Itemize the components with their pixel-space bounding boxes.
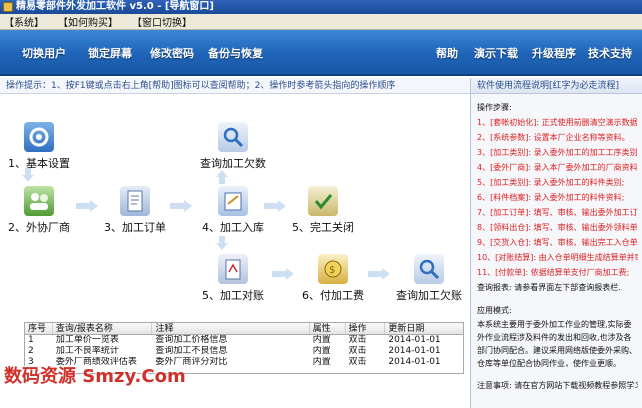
menu-window-switch[interactable]: 【窗口切换】 bbox=[132, 14, 192, 29]
side-panel-body[interactable]: 操作步骤: 1、[套帐初始化]: 正式使用前删清空演示数据; 2、[系统参数]:… bbox=[471, 94, 642, 393]
table-row[interactable]: 1 加工单价一览表 查询加工价格信息 内置 双击 2014-01-01 bbox=[25, 335, 463, 346]
step-item: 5、[加工类别]: 录入委外加工的料件类别; bbox=[477, 178, 625, 187]
demo-download-button[interactable]: 演示下载 bbox=[474, 45, 518, 61]
step-item: 6、[料件档案]: 录入委外加工的料件资料; bbox=[477, 193, 625, 202]
flow-node-payment[interactable]: $ 6、付加工费 bbox=[302, 254, 364, 303]
mode-title: 应用模式: bbox=[477, 306, 512, 315]
reconcile-icon bbox=[218, 254, 248, 284]
cell-action: 双击 bbox=[348, 346, 367, 356]
step-item: 10、[对账结算]: 由入仓单明细生成结算单并审核 bbox=[477, 253, 638, 262]
switch-user-button[interactable]: 切换用户 bbox=[22, 45, 66, 61]
cell-index: 2 bbox=[28, 346, 34, 356]
cell-index: 1 bbox=[28, 335, 34, 345]
note-text: 注意事项: 请在官方网站下载视频教程参照学习; bbox=[477, 381, 638, 390]
search-icon bbox=[218, 122, 248, 152]
column-header[interactable]: 序号 bbox=[25, 323, 53, 334]
cell-action: 双击 bbox=[348, 335, 367, 345]
column-header[interactable]: 操作 bbox=[346, 323, 386, 334]
app-icon bbox=[3, 2, 13, 12]
change-password-button[interactable]: 修改密码 bbox=[150, 45, 194, 61]
cell-date: 2014-01-01 bbox=[388, 335, 441, 345]
column-header[interactable]: 查询/报表名称 bbox=[53, 323, 153, 334]
arrow-right-icon bbox=[272, 268, 294, 280]
backup-restore-button[interactable]: 备份与恢复 bbox=[208, 45, 263, 61]
cell-attr: 内置 bbox=[312, 346, 331, 356]
watermark: 数码资源 Smzy.Com bbox=[4, 366, 186, 387]
step-item: 11、[付款单]: 依据结算单支付厂商加工费; bbox=[477, 268, 630, 277]
flow-node-warehouse-in[interactable]: 4、加工入库 bbox=[202, 186, 264, 235]
cell-note: 查询加工不良信息 bbox=[155, 346, 228, 356]
arrow-right-icon bbox=[76, 200, 98, 212]
window-titlebar: 精易零部件外发加工软件 v5.0 - [导航窗口] bbox=[0, 0, 642, 14]
toolbar: 切换用户 锁定屏幕 修改密码 备份与恢复 帮助 演示下载 升级程序 技术支持 bbox=[0, 30, 642, 76]
arrow-down-icon bbox=[216, 236, 228, 250]
column-header[interactable]: 更新日期 bbox=[385, 323, 463, 334]
cell-name: 加工单价一览表 bbox=[55, 335, 119, 345]
cell-attr: 内置 bbox=[312, 335, 331, 345]
menu-how-to-buy[interactable]: 【如何购买】 bbox=[58, 14, 118, 29]
side-panel-header: 软件使用流程说明[红字为必走流程] bbox=[471, 78, 642, 94]
steps-title: 操作步骤: bbox=[477, 103, 512, 112]
cell-attr: 内置 bbox=[312, 357, 331, 367]
flow-panel: 1、基本设置 2、外协厂商 3、加工订单 4、加工入库 5、完工关闭 查询加工欠… bbox=[0, 94, 470, 320]
arrow-right-icon bbox=[264, 200, 286, 212]
flow-node-vendors[interactable]: 2、外协厂商 bbox=[8, 186, 70, 235]
flow-node-basic-settings[interactable]: 1、基本设置 bbox=[8, 122, 70, 171]
vendor-icon bbox=[24, 186, 54, 216]
cell-note: 查询加工价格信息 bbox=[155, 335, 228, 345]
cell-date: 2014-01-01 bbox=[388, 346, 441, 356]
step-item: 4、[委外厂商]: 录入本厂委外加工的厂商资料 bbox=[477, 163, 638, 172]
warehouse-icon bbox=[218, 186, 248, 216]
step-item: 8、[领料出仓]: 填写、审核、输出委外领料单据 bbox=[477, 223, 638, 232]
arrow-right-icon bbox=[170, 200, 192, 212]
order-icon bbox=[120, 186, 150, 216]
arrow-down-icon bbox=[22, 168, 34, 182]
search-icon bbox=[414, 254, 444, 284]
help-button[interactable]: 帮助 bbox=[436, 45, 458, 61]
cell-action: 双击 bbox=[348, 357, 367, 367]
arrow-up-icon bbox=[216, 170, 228, 184]
upgrade-button[interactable]: 升级程序 bbox=[532, 45, 576, 61]
step-item: 查询报表: 请参看界面左下部查询报表栏. bbox=[477, 283, 621, 292]
flow-node-query-shortage[interactable]: 查询加工欠数 bbox=[200, 122, 266, 171]
svg-text:$: $ bbox=[329, 265, 335, 276]
payment-icon: $ bbox=[318, 254, 348, 284]
mode-text: 本系统主要用于委外加工作业的管理,实际委外作业流程涉及料件的发出和回收,也涉及各… bbox=[477, 320, 637, 368]
side-panel: 软件使用流程说明[红字为必走流程] 操作步骤: 1、[套帐初始化]: 正式使用前… bbox=[470, 78, 642, 408]
step-item: 9、[交货入仓]: 填写、审核、输出完工入仓单据 bbox=[477, 238, 638, 247]
flow-node-query-arrears[interactable]: 查询加工欠账 bbox=[396, 254, 462, 303]
cell-name: 加工不良率统计 bbox=[55, 346, 119, 356]
flow-node-close[interactable]: 5、完工关闭 bbox=[292, 186, 354, 235]
table-header: 序号 查询/报表名称 注释 属性 操作 更新日期 bbox=[25, 323, 463, 335]
settings-icon bbox=[24, 122, 54, 152]
step-item: 3、[加工类别]: 录入委外加工的加工工序类别 bbox=[477, 148, 638, 157]
flow-node-reconcile[interactable]: 5、加工对账 bbox=[202, 254, 264, 303]
flow-node-orders[interactable]: 3、加工订单 bbox=[104, 186, 166, 235]
step-item: 7、[加工订单]: 填写、审核、输出委外加工订单 bbox=[477, 208, 638, 217]
hint-bar: 操作提示：1、按F1键或点击右上角[帮助]图标可以查阅帮助；2、操作时参考箭头指… bbox=[0, 78, 470, 94]
step-item: 1、[套帐初始化]: 正式使用前删清空演示数据; bbox=[477, 118, 638, 127]
lock-screen-button[interactable]: 锁定屏幕 bbox=[88, 45, 132, 61]
cell-date: 2014-01-01 bbox=[388, 357, 441, 367]
menu-system[interactable]: 【系统】 bbox=[4, 14, 44, 29]
window-title: 精易零部件外发加工软件 v5.0 - [导航窗口] bbox=[16, 1, 214, 12]
table-row[interactable]: 2 加工不良率统计 查询加工不良信息 内置 双击 2014-01-01 bbox=[25, 346, 463, 357]
column-header[interactable]: 注释 bbox=[152, 323, 310, 334]
menu-bar: 【系统】 【如何购买】 【窗口切换】 bbox=[0, 14, 642, 30]
arrow-right-icon bbox=[368, 268, 390, 280]
hint-text: 操作提示：1、按F1键或点击右上角[帮助]图标可以查阅帮助；2、操作时参考箭头指… bbox=[6, 81, 396, 91]
column-header[interactable]: 属性 bbox=[310, 323, 346, 334]
tech-support-button[interactable]: 技术支持 bbox=[588, 45, 632, 61]
step-item: 2、[系统参数]: 设置本厂企业名称等资料。 bbox=[477, 133, 630, 142]
checkmark-icon bbox=[308, 186, 338, 216]
